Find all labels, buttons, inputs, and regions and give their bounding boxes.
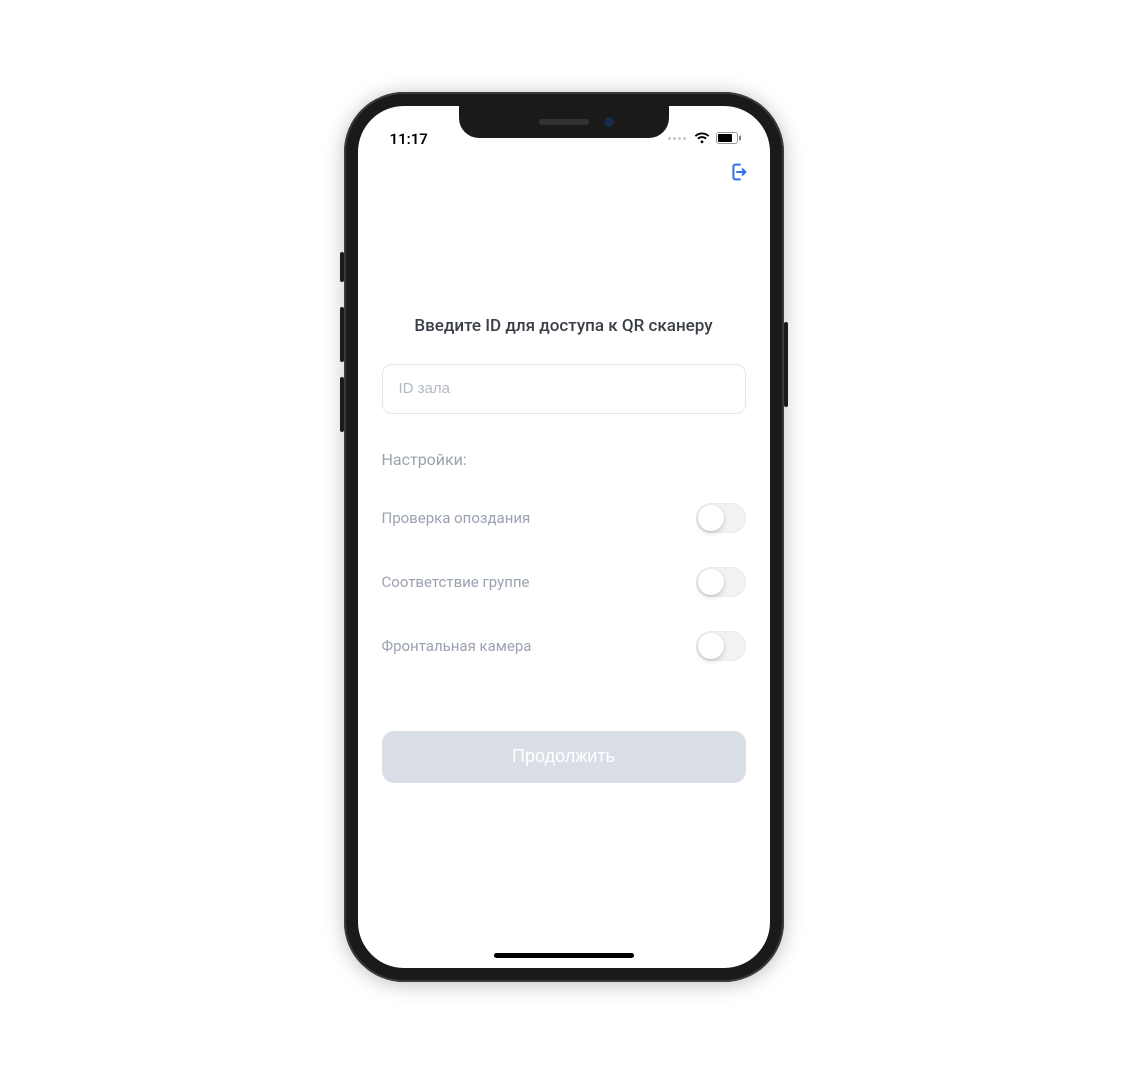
exit-button[interactable] xyxy=(724,160,752,188)
toggle-late-check[interactable] xyxy=(696,503,746,533)
toggle-knob xyxy=(698,569,724,595)
phone-frame: 11:17 xyxy=(344,92,784,982)
status-time: 11:17 xyxy=(390,130,428,148)
setting-row-late-check: Проверка опоздания xyxy=(382,503,746,533)
setting-label: Соответствие группе xyxy=(382,573,530,591)
status-indicators xyxy=(668,130,742,148)
toggle-group-match[interactable] xyxy=(696,567,746,597)
battery-icon xyxy=(716,130,742,148)
setting-label: Проверка опоздания xyxy=(382,509,531,527)
toggle-knob xyxy=(698,633,724,659)
speaker-grille xyxy=(539,119,589,125)
nav-bar xyxy=(358,152,770,196)
continue-button[interactable]: Продолжить xyxy=(382,731,746,783)
settings-heading: Настройки: xyxy=(382,450,746,469)
toggle-front-camera[interactable] xyxy=(696,631,746,661)
wifi-icon xyxy=(694,130,710,148)
phone-side-button xyxy=(340,307,344,362)
home-indicator[interactable] xyxy=(494,953,634,958)
exit-icon xyxy=(727,161,749,187)
device-notch xyxy=(459,106,669,138)
phone-side-button xyxy=(340,252,344,282)
screen: 11:17 xyxy=(358,106,770,968)
phone-side-button xyxy=(784,322,788,407)
main-content: Введите ID для доступа к QR сканеру Наст… xyxy=(358,316,770,783)
front-camera xyxy=(604,117,614,127)
setting-label: Фронтальная камера xyxy=(382,637,532,655)
page-title: Введите ID для доступа к QR сканеру xyxy=(382,316,746,336)
setting-row-group-match: Соответствие группе xyxy=(382,567,746,597)
hall-id-input[interactable] xyxy=(382,364,746,414)
toggle-knob xyxy=(698,505,724,531)
setting-row-front-camera: Фронтальная камера xyxy=(382,631,746,661)
cellular-signal-icon xyxy=(668,137,686,140)
phone-side-button xyxy=(340,377,344,432)
